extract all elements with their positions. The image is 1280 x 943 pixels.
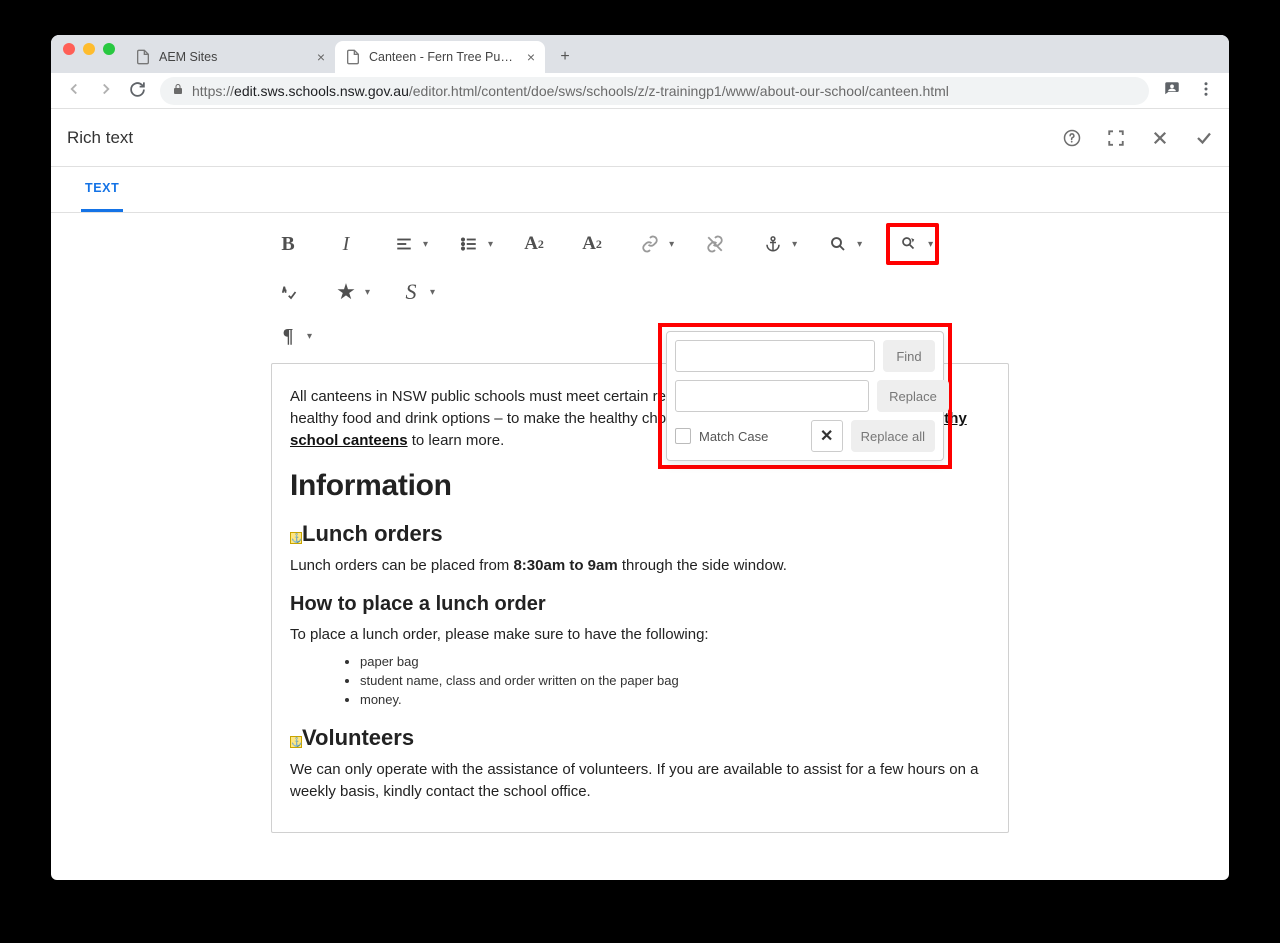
url-text: https://edit.sws.schools.nsw.gov.au/edit…	[192, 83, 949, 99]
lunch-orders-paragraph: Lunch orders can be placed from 8:30am t…	[290, 555, 990, 577]
find-action-button[interactable]: Find	[883, 340, 935, 372]
paragraph-format-button[interactable]: ¶	[271, 319, 305, 353]
find-replace-highlight: Find Replace Match Case ✕ Replace all	[658, 323, 952, 469]
subscript-button[interactable]: A2	[517, 227, 551, 261]
browser-tabs: AEM Sites × Canteen - Fern Tree Public S…	[125, 35, 579, 73]
reload-button[interactable]	[129, 81, 146, 101]
unlink-button[interactable]	[698, 227, 732, 261]
rich-text-content[interactable]: Find Replace Match Case ✕ Replace all	[271, 363, 1009, 833]
list-item: student name, class and order written on…	[360, 673, 990, 688]
special-char-button[interactable]: ★	[329, 275, 363, 309]
how-to-paragraph: To place a lunch order, please make sure…	[290, 624, 990, 646]
address-bar: https://edit.sws.schools.nsw.gov.au/edit…	[51, 73, 1229, 109]
address-field[interactable]: https://edit.sws.schools.nsw.gov.au/edit…	[160, 77, 1149, 105]
rich-text-toolbar: B I ▾ ▾ A2 A2 ▾ ▾ ▾ ▾ ★▾ S▾	[51, 213, 1229, 315]
chevron-down-icon: ▾	[792, 239, 797, 250]
editor-tabbar: TEXT	[51, 167, 1229, 213]
done-button[interactable]	[1195, 129, 1213, 147]
find-replace-button[interactable]	[892, 227, 926, 261]
tab-title: Canteen - Fern Tree Public Sch	[369, 50, 519, 64]
help-button[interactable]	[1063, 129, 1081, 147]
match-case-label: Match Case	[699, 429, 768, 444]
italic-button[interactable]: I	[329, 227, 363, 261]
find-replace-popover: Find Replace Match Case ✕ Replace all	[666, 331, 944, 461]
replace-input[interactable]	[675, 380, 869, 412]
menu-button[interactable]	[1197, 80, 1215, 101]
tab-strip: AEM Sites × Canteen - Fern Tree Public S…	[51, 35, 1229, 73]
new-tab-button[interactable]: +	[551, 43, 579, 71]
heading-volunteers: ⚓Volunteers	[290, 725, 990, 751]
anchor-marker-icon: ⚓	[290, 532, 302, 544]
maximize-window-button[interactable]	[103, 43, 115, 55]
chevron-down-icon: ▾	[307, 331, 312, 342]
match-case-checkbox[interactable]: Match Case	[675, 428, 803, 444]
window-controls	[61, 43, 125, 65]
forward-button[interactable]	[97, 80, 115, 101]
heading-information: Information	[290, 469, 990, 503]
tab-text[interactable]: TEXT	[81, 167, 123, 212]
chevron-down-icon: ▾	[928, 239, 933, 250]
styles-button[interactable]: S	[394, 275, 428, 309]
heading-how-to-order: How to place a lunch order	[290, 593, 990, 616]
link-button[interactable]	[633, 227, 667, 261]
cancel-button[interactable]	[1151, 129, 1169, 147]
bold-button[interactable]: B	[271, 227, 305, 261]
tab-title: AEM Sites	[159, 50, 309, 64]
editor-body: B I ▾ ▾ A2 A2 ▾ ▾ ▾ ▾ ★▾ S▾ ¶▾	[51, 213, 1229, 853]
lock-icon	[172, 83, 184, 98]
editor-title: Rich text	[67, 128, 133, 148]
editor-actions	[1063, 129, 1213, 147]
chevron-down-icon: ▾	[423, 239, 428, 250]
order-requirements-list: paper bag student name, class and order …	[290, 654, 990, 707]
spellcheck-button[interactable]	[271, 275, 305, 309]
chevron-down-icon: ▾	[669, 239, 674, 250]
browser-window: AEM Sites × Canteen - Fern Tree Public S…	[51, 35, 1229, 880]
chevron-down-icon: ▾	[488, 239, 493, 250]
close-popover-button[interactable]: ✕	[811, 420, 843, 452]
rich-text-toolbar-row2: ¶▾	[51, 315, 1229, 363]
page-icon	[135, 49, 151, 65]
editor-header: Rich text	[51, 109, 1229, 167]
align-button[interactable]	[387, 227, 421, 261]
fullscreen-button[interactable]	[1107, 129, 1125, 147]
replace-action-button[interactable]: Replace	[877, 380, 949, 412]
page-icon	[345, 49, 361, 65]
list-button[interactable]	[452, 227, 486, 261]
anchor-button[interactable]	[756, 227, 790, 261]
browser-tab-active[interactable]: Canteen - Fern Tree Public Sch ×	[335, 41, 545, 73]
find-input[interactable]	[675, 340, 875, 372]
account-icon[interactable]	[1163, 80, 1181, 101]
heading-lunch-orders: ⚓Lunch orders	[290, 521, 990, 547]
checkbox-icon	[675, 428, 691, 444]
replace-all-button[interactable]: Replace all	[851, 420, 935, 452]
close-tab-icon[interactable]: ×	[527, 49, 535, 65]
chevron-down-icon: ▾	[430, 287, 435, 298]
browser-tab-inactive[interactable]: AEM Sites ×	[125, 41, 335, 73]
chevron-down-icon: ▾	[365, 287, 370, 298]
list-item: money.	[360, 692, 990, 707]
close-window-button[interactable]	[63, 43, 75, 55]
find-button[interactable]	[821, 227, 855, 261]
close-tab-icon[interactable]: ×	[317, 49, 325, 65]
volunteers-paragraph: We can only operate with the assistance …	[290, 759, 990, 803]
anchor-marker-icon: ⚓	[290, 736, 302, 748]
minimize-window-button[interactable]	[83, 43, 95, 55]
chevron-down-icon: ▾	[857, 239, 862, 250]
back-button[interactable]	[65, 80, 83, 101]
superscript-button[interactable]: A2	[575, 227, 609, 261]
list-item: paper bag	[360, 654, 990, 669]
